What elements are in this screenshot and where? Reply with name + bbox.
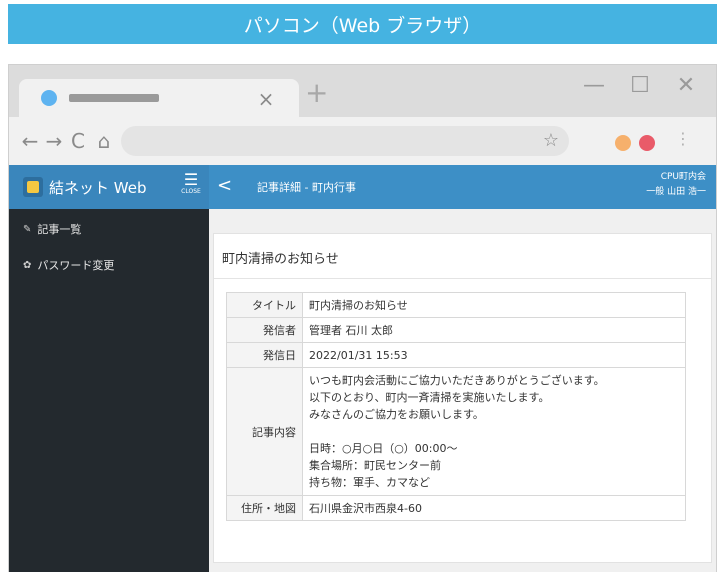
user-name: 一般 山田 浩一 (646, 187, 706, 197)
tab-title-placeholder (69, 94, 159, 102)
sidebar-item-label: 記事一覧 (37, 223, 82, 236)
user-info: CPU町内会 一般 山田 浩一 (646, 170, 706, 200)
date-label: 発信日 (226, 342, 303, 368)
body-line: 日時：○月○日（○）00:00～ (309, 442, 458, 455)
caption-banner: パソコン（Web ブラウザ） (8, 4, 717, 44)
date-value: 2022/01/31 15:53 (302, 342, 686, 368)
brand-name: 結ネット Web (49, 178, 147, 197)
forward-arrow-icon[interactable]: → (43, 129, 65, 153)
table-row: 発信日 2022/01/31 15:53 (226, 342, 686, 368)
back-arrow-icon[interactable]: ← (19, 129, 41, 153)
extension-orange-icon[interactable] (615, 135, 631, 151)
browser-window: × + — ☐ ✕ ← → C ⌂ ☆ ⋮ 結ネット Web ☰ CLOSE < (8, 64, 717, 572)
body-line: 以下のとおり、町内一斉清掃を実施いたします。 (309, 391, 550, 404)
body-line: いつも町内会活動にご協力いただきありがとうございます。 (309, 374, 605, 387)
window-close-icon[interactable]: ✕ (673, 73, 699, 98)
address-value[interactable]: 石川県金沢市西泉4-60 (302, 495, 686, 521)
home-icon[interactable]: ⌂ (93, 129, 115, 153)
title-value: 町内清掃のお知らせ (302, 292, 686, 318)
main-content: 町内清掃のお知らせ タイトル 町内清掃のお知らせ 発信者 管理者 石川 太郎 発… (209, 209, 716, 572)
sidebar: ✎ 記事一覧 ✿ パスワード変更 (9, 209, 209, 572)
logo-icon (23, 177, 43, 197)
page-viewport: 結ネット Web ☰ CLOSE < 記事詳細 - 町内行事 CPU町内会 一般… (9, 165, 716, 572)
bookmark-star-icon[interactable]: ☆ (543, 130, 559, 151)
article-heading: 町内清掃のお知らせ (222, 252, 339, 267)
minimize-icon[interactable]: — (581, 73, 607, 98)
caption-text: パソコン（Web ブラウザ） (243, 14, 482, 37)
tab-bar: × + — ☐ ✕ (9, 65, 716, 117)
sidebar-item-articles[interactable]: ✎ 記事一覧 (23, 221, 81, 237)
sidebar-item-password[interactable]: ✿ パスワード変更 (23, 257, 114, 273)
sidebar-item-label: パスワード変更 (37, 259, 115, 272)
back-chevron-icon[interactable]: < (217, 175, 232, 196)
menu-close-button[interactable]: ☰ CLOSE (179, 170, 203, 196)
close-label: CLOSE (181, 188, 201, 195)
favicon-icon (41, 90, 57, 106)
title-label: タイトル (226, 292, 303, 318)
reload-icon[interactable]: C (67, 129, 89, 153)
table-row: タイトル 町内清掃のお知らせ (226, 292, 686, 318)
body-line: みなさんのご協力をお願いします。 (309, 408, 484, 421)
table-row: 記事内容 いつも町内会活動にご協力いただきありがとうございます。 以下のとおり、… (226, 367, 686, 496)
address-label: 住所・地図 (226, 495, 303, 521)
divider (214, 278, 711, 279)
body-value: いつも町内会活動にご協力いただきありがとうございます。 以下のとおり、町内一斉清… (302, 367, 686, 496)
sender-label: 発信者 (226, 317, 303, 343)
article-table: タイトル 町内清掃のお知らせ 発信者 管理者 石川 太郎 発信日 2022/01… (226, 292, 686, 521)
page-title: 記事詳細 - 町内行事 (257, 181, 356, 194)
maximize-icon[interactable]: ☐ (627, 73, 653, 98)
table-row: 発信者 管理者 石川 太郎 (226, 317, 686, 343)
sender-value: 管理者 石川 太郎 (302, 317, 686, 343)
new-tab-icon[interactable]: + (305, 79, 328, 107)
edit-icon: ✎ (23, 223, 32, 235)
browser-toolbar: ← → C ⌂ ☆ ⋮ (9, 117, 716, 165)
browser-menu-icon[interactable]: ⋮ (675, 129, 691, 148)
gear-icon: ✿ (23, 259, 32, 271)
body-blank-line (309, 423, 679, 440)
tab-close-icon[interactable]: × (255, 87, 277, 111)
browser-tab[interactable]: × (19, 79, 299, 117)
app-header: 結ネット Web ☰ CLOSE < 記事詳細 - 町内行事 CPU町内会 一般… (9, 165, 716, 209)
table-row: 住所・地図 石川県金沢市西泉4-60 (226, 495, 686, 521)
user-org: CPU町内会 (660, 172, 706, 182)
address-bar[interactable]: ☆ (121, 126, 569, 156)
body-line: 持ち物：軍手、カマなど (309, 476, 430, 489)
body-label: 記事内容 (226, 367, 303, 496)
hamburger-icon: ☰ (183, 170, 199, 189)
article-card: 町内清掃のお知らせ タイトル 町内清掃のお知らせ 発信者 管理者 石川 太郎 発… (213, 233, 712, 563)
body-line: 集合場所：町民センター前 (309, 459, 441, 472)
extension-red-icon[interactable] (639, 135, 655, 151)
